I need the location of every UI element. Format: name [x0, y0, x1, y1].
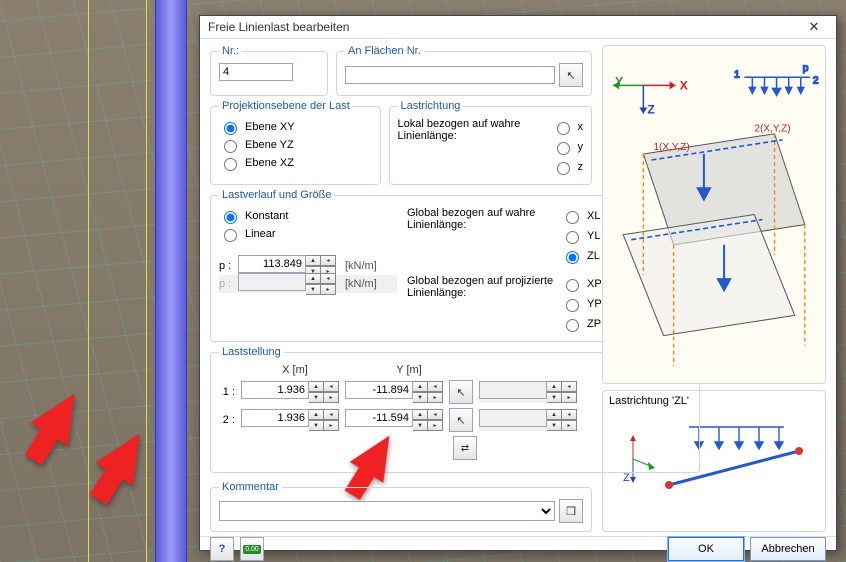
radio-konstant[interactable]: Konstant [219, 207, 397, 225]
direction-diagram: Y X Z 1 2 p [602, 45, 826, 384]
radio-dir-y[interactable]: y [552, 138, 584, 156]
nr-input[interactable] [219, 63, 293, 81]
svg-text:Z: Z [647, 103, 655, 117]
svg-text:X: X [680, 78, 688, 92]
pos2-x[interactable]: ▲▼◂▸ [241, 409, 339, 431]
group-comment: Kommentar [210, 481, 592, 532]
radio-dir-yl[interactable]: YL [561, 227, 602, 245]
label-p2: p : [219, 278, 233, 290]
spin-up-icon: ▲ [306, 255, 321, 266]
radio-linear[interactable]: Linear [219, 225, 397, 243]
background-column [155, 0, 187, 562]
group-number: Nr.: [210, 45, 328, 96]
label-global-true: Global bezogen auf wahre Linienlänge: [407, 207, 557, 265]
annotation-arrow [350, 425, 406, 483]
group-load-course-magnitude: Lastverlauf und Größe Konstant Linear p … [210, 189, 611, 342]
titlebar: Freie Linienlast bearbeiten ✕ [200, 16, 836, 39]
svg-text:2(X,Y,Z): 2(X,Y,Z) [754, 124, 790, 135]
pick-point2-button[interactable] [449, 408, 473, 432]
dialog-title: Freie Linienlast bearbeiten [208, 20, 349, 34]
label-global-proj: Global bezogen auf projizierte Linienlän… [407, 275, 557, 333]
radio-plane-yz[interactable]: Ebene YZ [219, 136, 372, 154]
radio-dir-zl[interactable]: ZL [561, 247, 602, 265]
pos1-x[interactable]: ▲▼◂▸ [241, 381, 339, 403]
p2-input [238, 273, 306, 291]
pick-surface-button[interactable] [559, 63, 583, 87]
label-nr: Nr.: [219, 45, 242, 57]
radio-dir-yp[interactable]: YP [561, 295, 602, 313]
help-button[interactable] [210, 537, 234, 561]
comment-combo[interactable] [219, 501, 555, 521]
radio-dir-zp[interactable]: ZP [561, 315, 602, 333]
radio-dir-z[interactable]: z [552, 158, 584, 176]
pos2-y[interactable]: ▲▼◂▸ [345, 409, 443, 431]
svg-text:2: 2 [813, 75, 819, 86]
col-y: Y [m] [355, 364, 463, 376]
svg-text:1: 1 [734, 69, 740, 80]
p1-input[interactable] [238, 255, 306, 273]
label-local-true: Lokal bezogen auf wahre Linienlänge: [398, 118, 548, 176]
p2-spinner: ▲▼ ◂▸ [238, 273, 336, 295]
pick-point1-button[interactable] [449, 380, 473, 404]
radio-dir-x[interactable]: x [552, 118, 584, 136]
svg-text:Z: Z [623, 472, 630, 484]
group-on-surfaces: An Flächen Nr. [336, 45, 592, 96]
units-button[interactable] [240, 537, 264, 561]
svg-text:1(X,Y,Z): 1(X,Y,Z) [653, 142, 689, 153]
radio-dir-xp[interactable]: XP [561, 275, 602, 293]
pos2-z: ▲▼◂▸ [479, 409, 577, 431]
dialog-free-line-load: Freie Linienlast bearbeiten ✕ Nr.: An Fl… [199, 15, 837, 551]
swap-points-button[interactable] [453, 436, 477, 460]
pos1-z: ▲▼◂▸ [479, 381, 577, 403]
step-left-icon: ◂ [321, 255, 336, 266]
pos1-y[interactable]: ▲▼◂▸ [345, 381, 443, 403]
group-projection-plane: Projektionsebene der Last Ebene XY Ebene… [210, 100, 381, 185]
bg-yellow-line [146, 0, 147, 562]
label-p1: p : [219, 260, 233, 272]
radio-dir-xl[interactable]: XL [561, 207, 602, 225]
radio-plane-xz[interactable]: Ebene XZ [219, 154, 372, 172]
cancel-button[interactable]: Abbrechen [750, 537, 826, 561]
close-icon[interactable]: ✕ [798, 16, 830, 38]
radio-plane-xy[interactable]: Ebene XY [219, 118, 372, 136]
group-load-direction: Lastrichtung Lokal bezogen auf wahre Lin… [389, 100, 593, 185]
comment-library-button[interactable] [559, 499, 583, 523]
dialog-footer: OK Abbrechen [200, 536, 836, 561]
bg-yellow-line [88, 0, 89, 562]
col-x: X [m] [241, 364, 349, 376]
ok-button[interactable]: OK [668, 537, 744, 561]
surfaces-input[interactable] [345, 66, 555, 84]
svg-text:p: p [803, 63, 809, 74]
label-surfaces: An Flächen Nr. [345, 45, 424, 57]
